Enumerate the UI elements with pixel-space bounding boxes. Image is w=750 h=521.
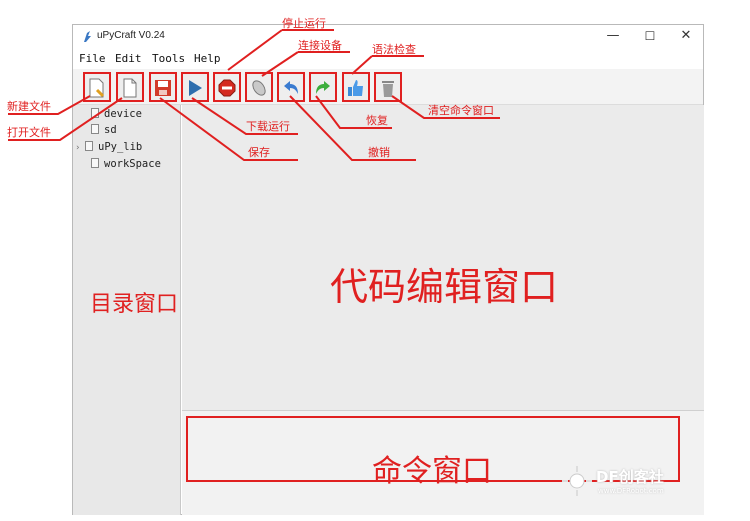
label-redo: 恢复 — [366, 114, 388, 127]
label-stop-run: 停止运行 — [282, 17, 326, 30]
maximize-button[interactable]: ☐ — [634, 27, 666, 45]
minimize-button[interactable]: — — [597, 27, 629, 45]
file-icon — [91, 108, 99, 118]
file-icon — [91, 158, 99, 168]
undo-icon — [284, 81, 298, 94]
label-download-run: 下载运行 — [246, 120, 290, 133]
expand-arrow-icon[interactable]: › — [75, 143, 85, 153]
menu-help[interactable]: Help — [194, 52, 221, 65]
annotated-screenshot: uPyCraft V0.24 — ☐ ✕ File Edit Tools Hel… — [0, 0, 750, 521]
toolbar — [73, 69, 703, 105]
label-clear-console: 清空命令窗口 — [428, 104, 494, 117]
label-command-window: 命令窗口 — [372, 454, 492, 489]
file-icon — [91, 124, 99, 134]
watermark-title: DF创客社 — [596, 468, 664, 486]
label-syntax-check: 语法检查 — [372, 43, 416, 56]
new-file-button[interactable] — [83, 72, 111, 102]
stop-icon — [218, 79, 236, 97]
file-icon — [85, 141, 93, 151]
syntax-check-button[interactable] — [342, 72, 370, 102]
tree-item-device[interactable]: device — [81, 108, 142, 124]
connect-icon — [252, 80, 266, 96]
label-open-file: 打开文件 — [7, 126, 51, 139]
menu-edit[interactable]: Edit — [115, 52, 142, 65]
save-button[interactable] — [149, 72, 177, 102]
label-connect: 连接设备 — [298, 39, 342, 52]
window-title: uPyCraft V0.24 — [97, 30, 165, 41]
connect-button[interactable] — [245, 72, 273, 102]
watermark-url: www.DFRobot.com — [598, 487, 664, 495]
close-button[interactable]: ✕ — [670, 27, 702, 45]
open-file-icon — [123, 78, 137, 98]
label-new-file: 新建文件 — [7, 100, 51, 113]
label-undo: 撤销 — [368, 146, 390, 159]
label-directory-window: 目录窗口 — [90, 292, 179, 317]
tree-item-sd[interactable]: sd — [81, 124, 117, 140]
redo-button[interactable] — [309, 72, 337, 102]
download-run-icon — [189, 80, 202, 96]
trash-icon — [382, 81, 394, 97]
clear-console-button[interactable] — [374, 72, 402, 102]
redo-icon — [316, 81, 330, 94]
download-run-button[interactable] — [181, 72, 209, 102]
tree-item-workspace[interactable]: workSpace — [81, 158, 161, 174]
open-file-button[interactable] — [116, 72, 144, 102]
label-save: 保存 — [248, 146, 270, 159]
stop-button[interactable] — [213, 72, 241, 102]
label-code-editor-window: 代码编辑窗口 — [330, 265, 559, 309]
save-icon — [155, 80, 171, 96]
dfrobot-logo-icon — [562, 466, 592, 496]
undo-button[interactable] — [277, 72, 305, 102]
menu-tools[interactable]: Tools — [152, 52, 185, 65]
new-file-icon — [89, 78, 105, 98]
syntax-check-icon — [348, 80, 363, 96]
dfrobot-watermark: DF创客社 www.DFRobot.com — [560, 462, 710, 502]
menu-file[interactable]: File — [79, 52, 106, 65]
upycraft-logo-icon — [84, 31, 91, 42]
tree-item-upy-lib[interactable]: › uPy_lib — [75, 141, 142, 157]
